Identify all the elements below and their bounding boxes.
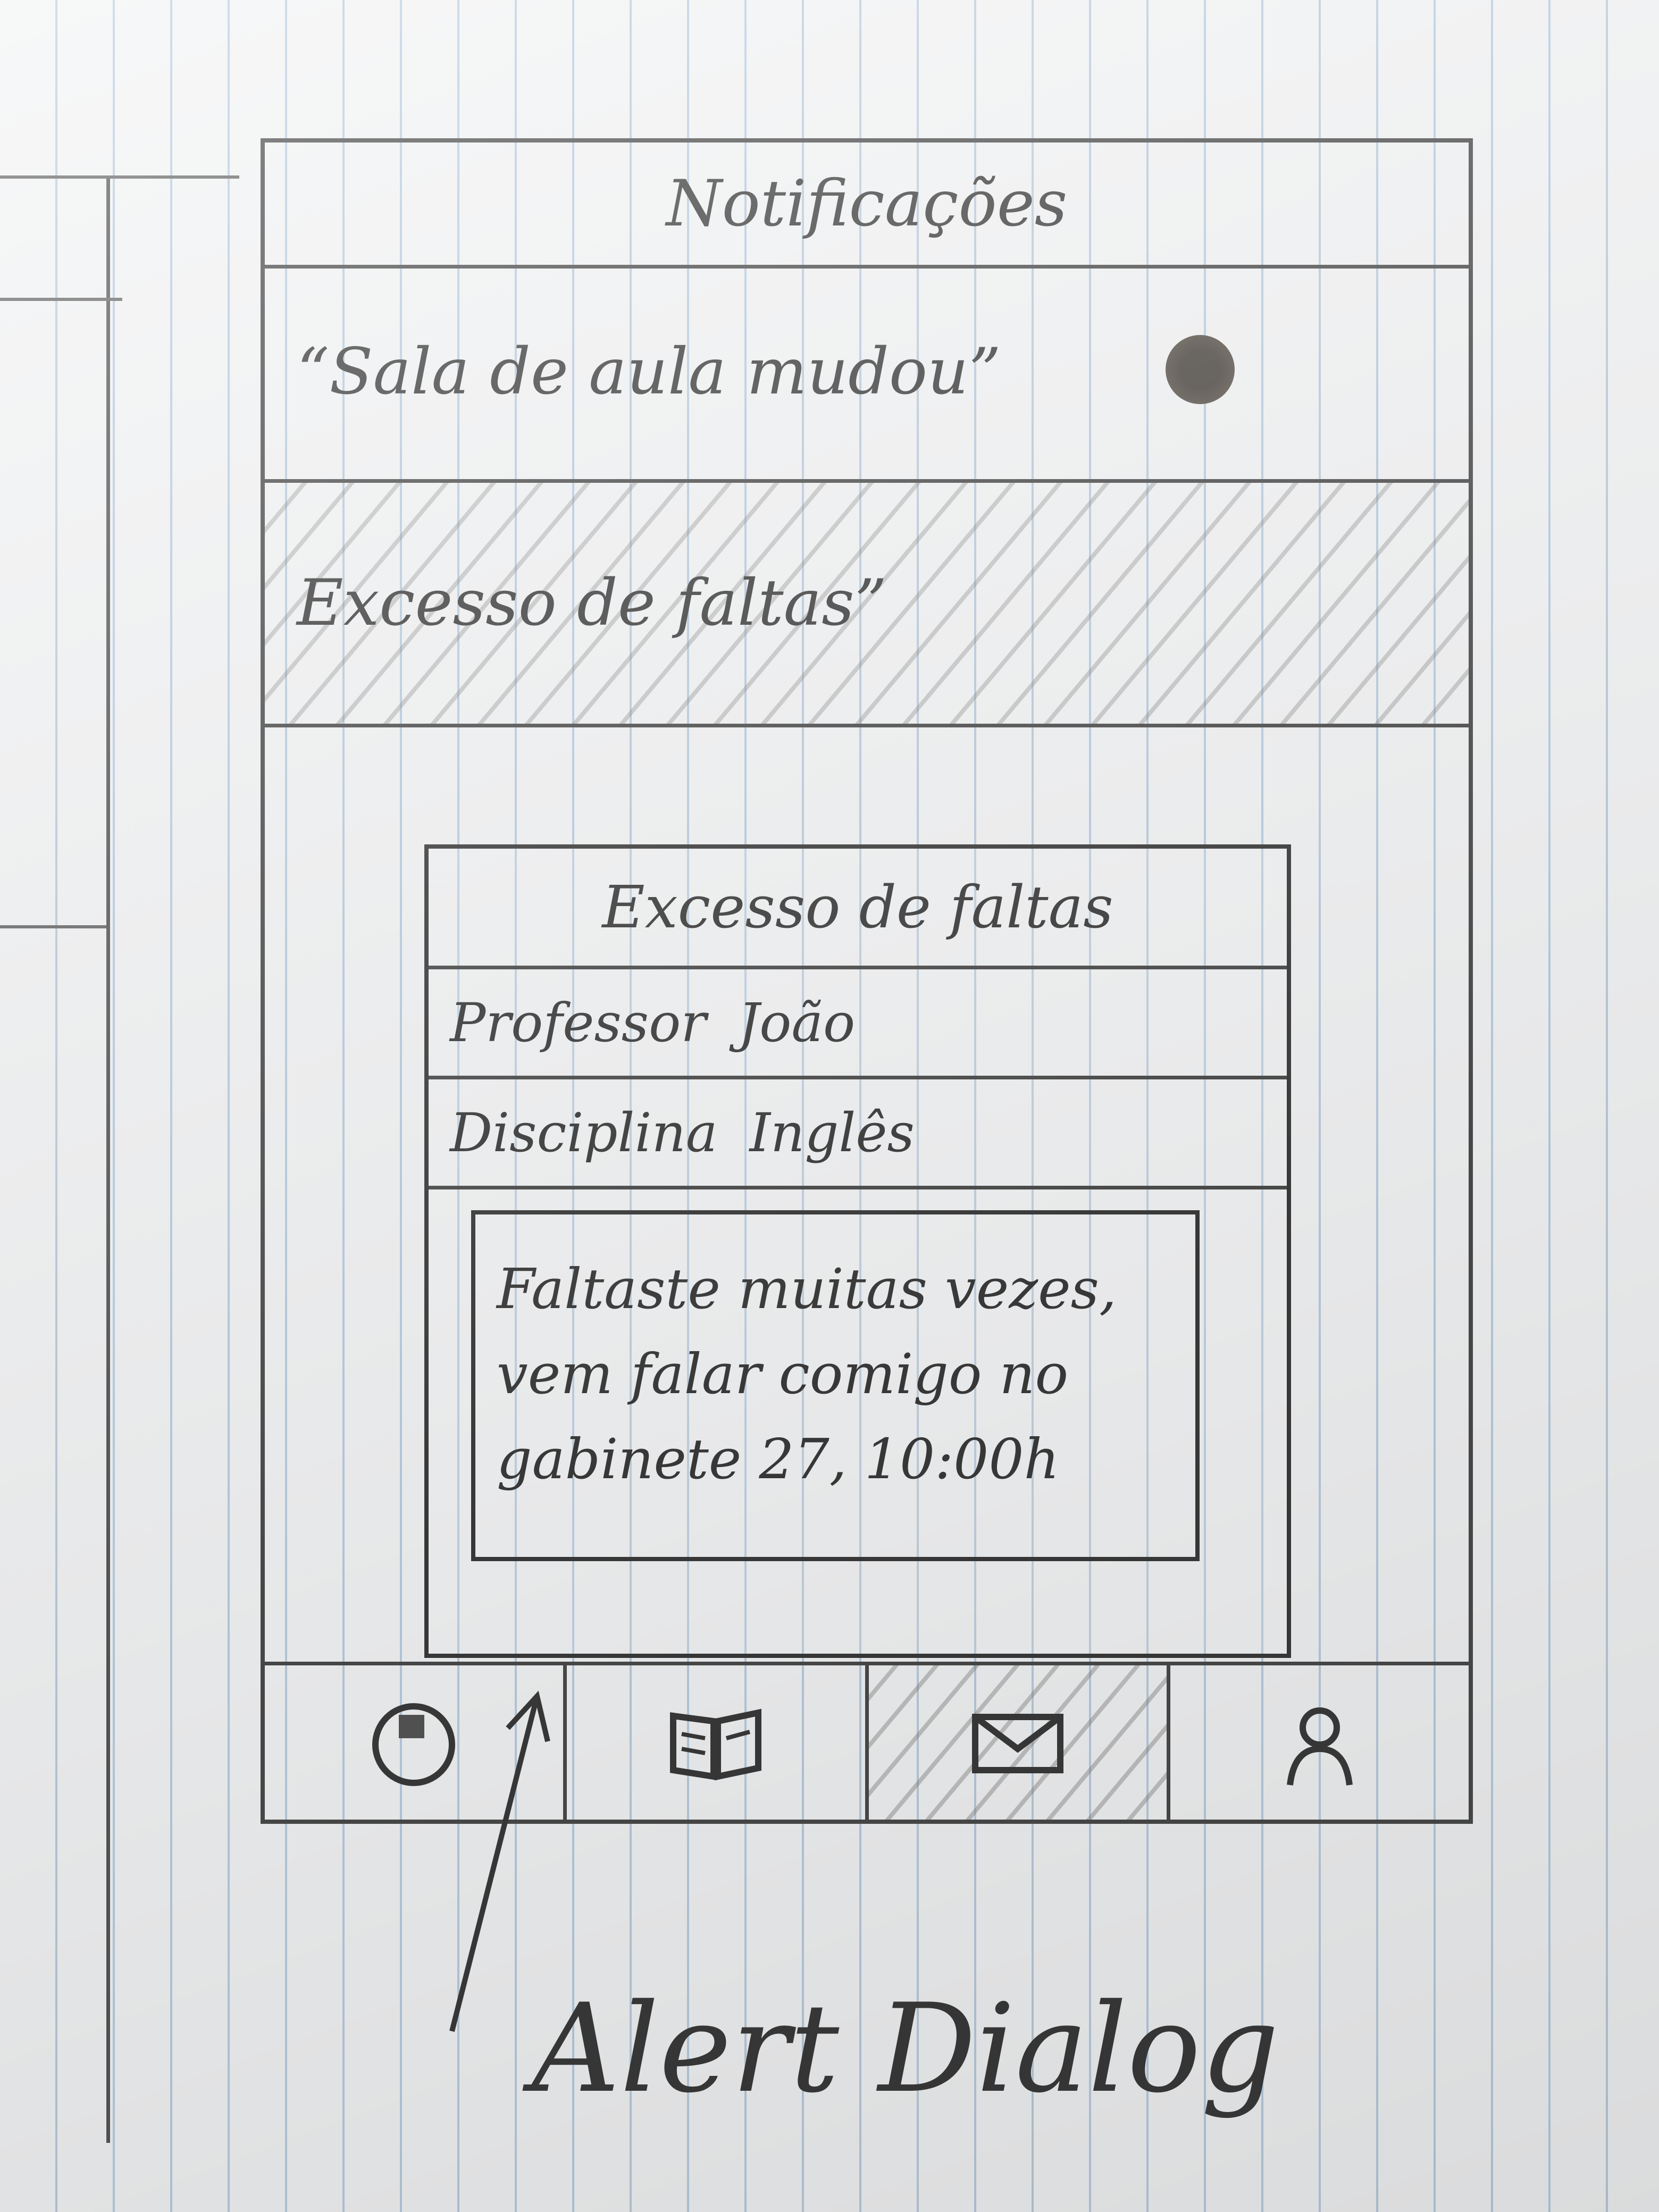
mail-icon — [971, 1714, 1063, 1773]
annotation-label: Alert Dialog — [532, 1978, 1279, 2120]
notification-text: “Sala de aula mudou” — [297, 335, 1001, 409]
discipline-value: Inglês — [749, 1101, 915, 1164]
dialog-professor-row: Professor João — [429, 969, 1287, 1079]
nav-item-profile[interactable] — [1170, 1665, 1469, 1820]
message-line: gabinete 27, 10:00h — [497, 1427, 1060, 1492]
phone-mockup: Notificações “Sala de aula mudou” Excess… — [261, 138, 1473, 1824]
dialog-discipline-row: Disciplina Inglês — [429, 1079, 1287, 1189]
page-title: Notificações — [666, 166, 1068, 241]
clock-icon — [372, 1703, 456, 1786]
notification-text: Excesso de faltas” — [297, 566, 887, 640]
message-line: vem falar comigo no — [497, 1342, 1069, 1406]
bottom-nav — [265, 1662, 1469, 1820]
nav-item-subjects[interactable] — [567, 1665, 869, 1820]
dialog-title: Excesso de faltas — [429, 849, 1287, 969]
professor-label: Professor — [450, 991, 707, 1054]
professor-value: João — [738, 991, 856, 1054]
notification-item[interactable]: “Sala de aula mudou” — [265, 265, 1469, 483]
unread-indicator-icon — [1166, 334, 1235, 404]
nav-item-schedule[interactable] — [265, 1665, 567, 1820]
message-line: Faltaste muitas vezes, — [497, 1256, 1117, 1321]
notification-item-selected[interactable]: Excesso de faltas” — [265, 483, 1469, 727]
adjacent-sketch-fragment — [0, 175, 239, 2143]
alert-dialog: Excesso de faltas Professor João Discipl… — [424, 844, 1291, 1658]
app-header: Notificações — [265, 143, 1469, 269]
discipline-label: Disciplina — [450, 1101, 718, 1164]
book-icon — [670, 1708, 762, 1781]
profile-icon — [1286, 1707, 1353, 1786]
dialog-message: Faltaste muitas vezes, vem falar comigo … — [471, 1210, 1200, 1561]
nav-item-notifications[interactable] — [868, 1665, 1171, 1820]
